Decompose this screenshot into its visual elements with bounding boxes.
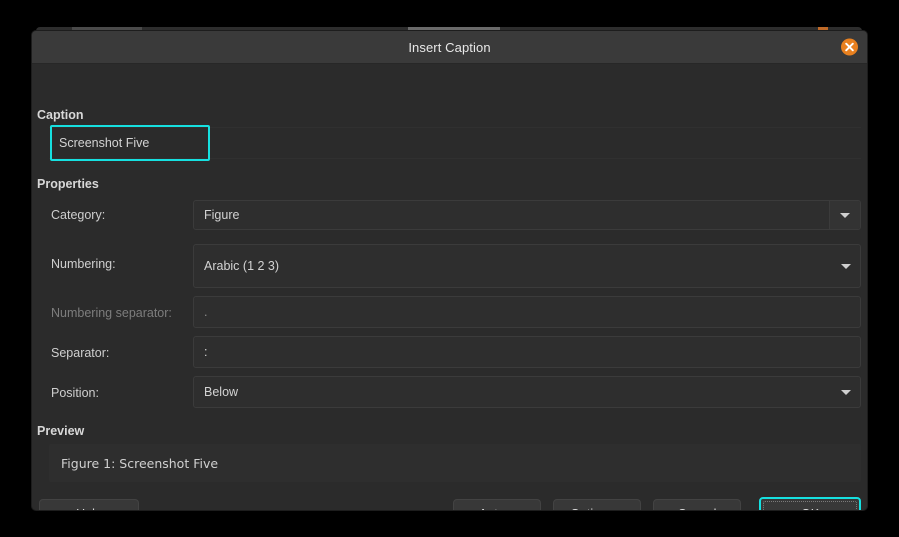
chevron-down-icon[interactable] bbox=[832, 389, 860, 395]
separator-input[interactable]: : bbox=[193, 336, 861, 368]
ok-button-label: OK bbox=[801, 507, 819, 510]
preview-box: Figure 1: Screenshot Five bbox=[49, 444, 861, 482]
screen: Insert Caption Caption Screenshot Five P… bbox=[0, 0, 899, 537]
numbering-label: Numbering: bbox=[51, 257, 116, 271]
category-value: Figure bbox=[204, 208, 240, 222]
dialog-titlebar: Insert Caption bbox=[32, 31, 867, 64]
help-button[interactable]: Help bbox=[39, 499, 139, 510]
caption-section-heading: Caption bbox=[37, 108, 84, 122]
caption-input[interactable]: Screenshot Five bbox=[49, 127, 861, 159]
numbering-separator-input[interactable]: . bbox=[193, 296, 861, 328]
category-combobox[interactable]: Figure bbox=[193, 200, 861, 230]
options-button[interactable]: Options... bbox=[553, 499, 641, 510]
ok-button[interactable]: OK bbox=[759, 497, 861, 510]
position-dropdown[interactable]: Below bbox=[193, 376, 861, 408]
numbering-separator-label: Numbering separator: bbox=[51, 306, 172, 320]
properties-section-heading: Properties bbox=[37, 177, 99, 191]
position-label: Position: bbox=[51, 386, 99, 400]
chevron-down-icon[interactable] bbox=[829, 201, 860, 229]
dialog-body: Caption Screenshot Five Properties Categ… bbox=[32, 64, 867, 510]
chevron-down-icon[interactable] bbox=[832, 263, 860, 269]
preview-section-heading: Preview bbox=[37, 424, 85, 438]
category-label: Category: bbox=[51, 208, 106, 222]
preview-text: Figure 1: Screenshot Five bbox=[61, 455, 219, 471]
numbering-value: Arabic (1 2 3) bbox=[204, 259, 280, 273]
close-icon[interactable] bbox=[841, 38, 858, 56]
auto-button[interactable]: Auto... bbox=[453, 499, 541, 510]
background-window-toolbar-hint bbox=[72, 27, 142, 30]
insert-caption-dialog: Insert Caption Caption Screenshot Five P… bbox=[32, 31, 867, 510]
cancel-button[interactable]: Cancel bbox=[653, 499, 741, 510]
numbering-dropdown[interactable]: Arabic (1 2 3) bbox=[193, 244, 861, 288]
background-window-close-hint bbox=[818, 27, 828, 30]
separator-label: Separator: bbox=[51, 346, 110, 360]
dialog-title: Insert Caption bbox=[408, 39, 491, 55]
background-window-title-hint bbox=[408, 27, 500, 30]
position-value: Below bbox=[204, 385, 239, 399]
